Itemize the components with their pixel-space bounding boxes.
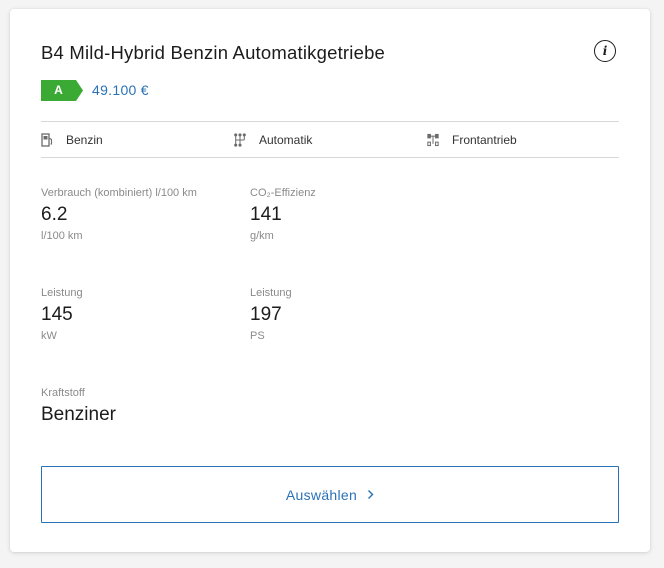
spec-power-kw-value: 145 — [41, 304, 73, 325]
spec-co2-value: 141 — [250, 204, 282, 225]
feature-fuel: Benzin — [41, 122, 103, 158]
spec-consumption-unit: l/100 km — [41, 230, 83, 242]
feature-transmission: Automatik — [234, 122, 312, 158]
info-icon[interactable]: i — [594, 40, 616, 62]
drivetrain-icon — [427, 132, 439, 148]
spec-power-kw: Leistung 145 kW — [41, 287, 83, 342]
energy-class-badge: A — [41, 80, 83, 101]
spec-power-ps-unit: PS — [250, 330, 265, 342]
spec-consumption-value: 6.2 — [41, 204, 68, 225]
spec-power-ps: Leistung 197 PS — [250, 287, 292, 342]
select-button-label: Auswählen — [285, 486, 358, 503]
spec-power-kw-unit: kW — [41, 330, 57, 342]
fuel-pump-icon — [41, 132, 53, 148]
spec-power-ps-value: 197 — [250, 304, 282, 325]
gear-shift-icon — [234, 132, 246, 148]
feature-drivetrain-label: Frontantrieb — [452, 133, 517, 147]
spec-power-kw-label: Leistung — [41, 287, 83, 299]
feature-fuel-label: Benzin — [66, 133, 103, 147]
spec-fuel-label: Kraftstoff — [41, 387, 85, 399]
spec-fuel: Kraftstoff Benziner — [41, 387, 116, 426]
divider-bottom — [41, 157, 619, 158]
spec-power-ps-label: Leistung — [250, 287, 292, 299]
spec-co2: CO₂-Effizienz 141 g/km — [250, 187, 316, 242]
model-card: B4 Mild-Hybrid Benzin Automatikgetriebe … — [10, 9, 650, 552]
select-button[interactable]: Auswählen — [41, 466, 619, 523]
model-title: B4 Mild-Hybrid Benzin Automatikgetriebe — [41, 42, 386, 63]
feature-row: Benzin Automatik Frontantrieb — [41, 122, 619, 158]
energy-class-letter: A — [54, 83, 63, 97]
spec-consumption: Verbrauch (kombiniert) l/100 km 6.2 l/10… — [41, 187, 197, 242]
price: 49.100 € — [92, 82, 149, 98]
spec-consumption-label: Verbrauch (kombiniert) l/100 km — [41, 187, 197, 199]
spec-fuel-value: Benziner — [41, 404, 116, 425]
chevron-right-icon — [367, 489, 374, 500]
spec-co2-label: CO₂-Effizienz — [250, 187, 316, 199]
spec-co2-unit: g/km — [250, 230, 274, 242]
feature-transmission-label: Automatik — [259, 133, 313, 147]
feature-drivetrain: Frontantrieb — [427, 122, 517, 158]
